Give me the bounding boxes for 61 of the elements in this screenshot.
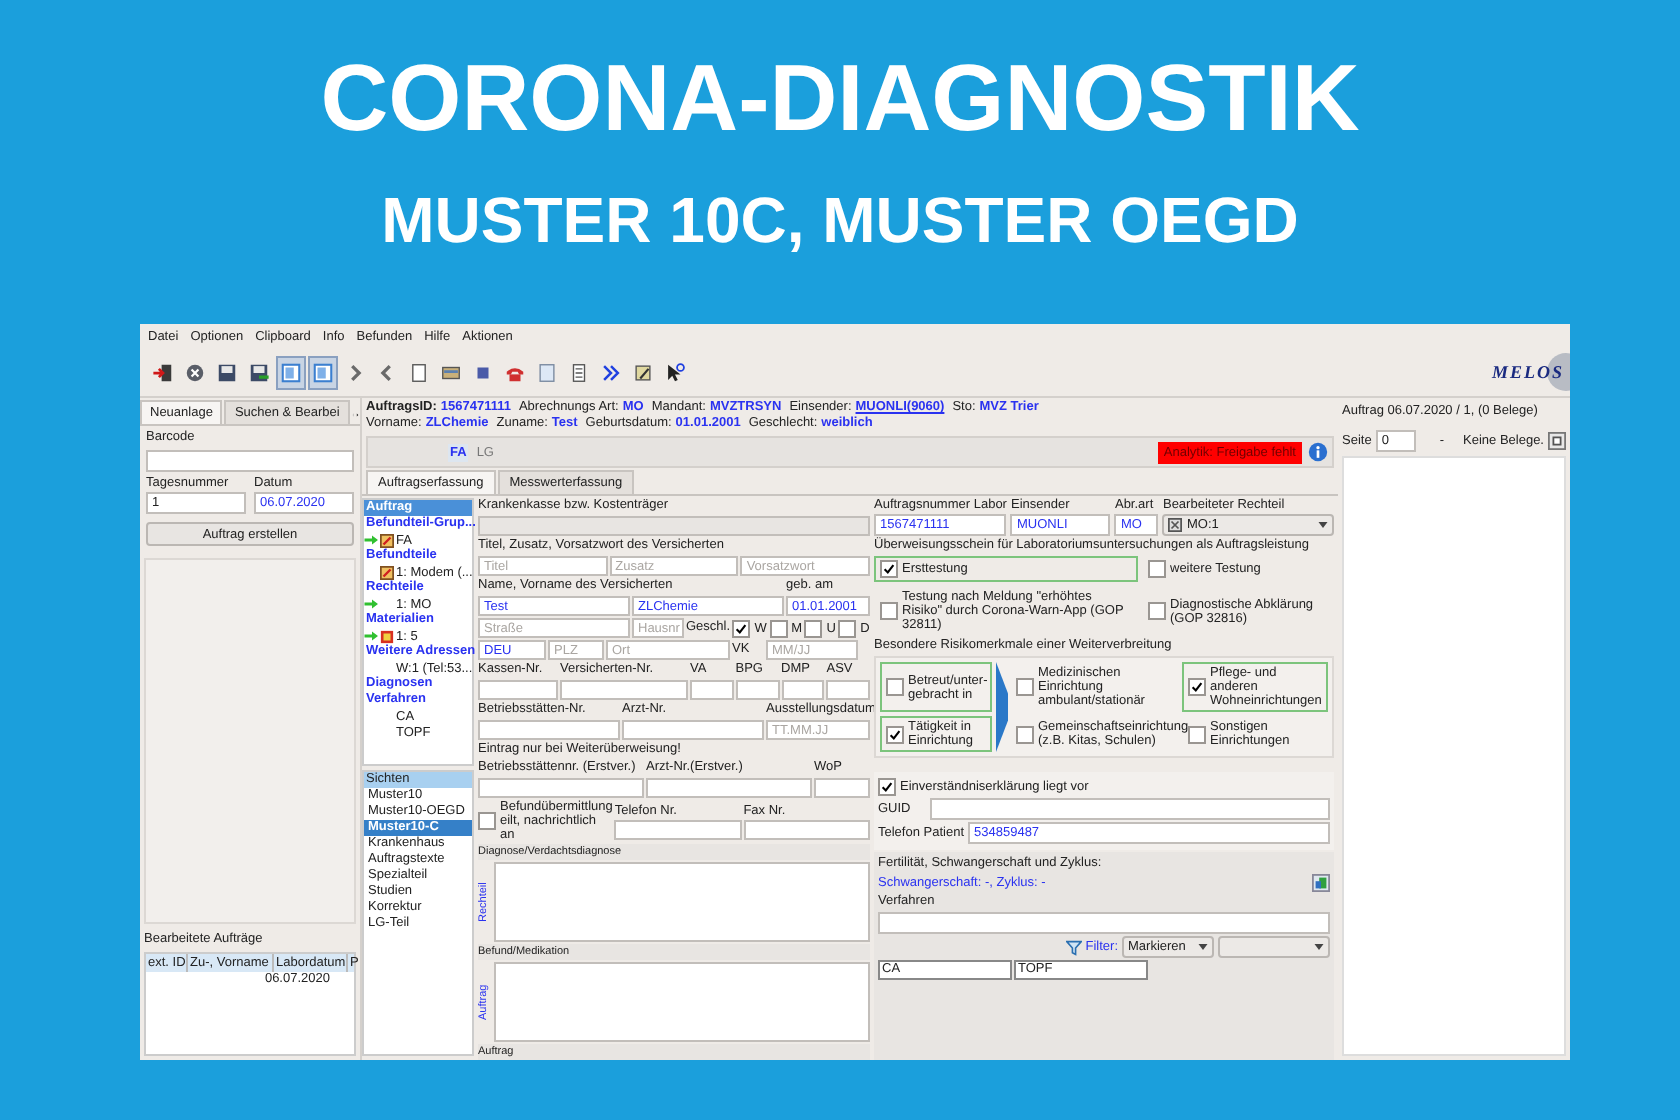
- barcode-field[interactable]: [146, 450, 354, 472]
- input-field[interactable]: [478, 778, 644, 798]
- banner-title: CORONA-DIAGNOSTIK: [320, 44, 1360, 152]
- caret-icon: [1198, 944, 1208, 950]
- exit-icon: [152, 361, 174, 383]
- checkbox[interactable]: [1148, 560, 1166, 578]
- double-chevron-icon: [600, 361, 622, 383]
- checkbox[interactable]: [886, 678, 904, 696]
- input-field[interactable]: [814, 778, 870, 798]
- filter-dropdown[interactable]: [1218, 936, 1330, 958]
- guid-field[interactable]: [930, 798, 1330, 820]
- close-icon: [184, 361, 206, 383]
- box-icon: [1168, 518, 1183, 532]
- document-icon: [380, 565, 394, 579]
- input-field[interactable]: [478, 720, 620, 740]
- text-area[interactable]: [494, 962, 870, 1042]
- checkbox[interactable]: [1016, 725, 1034, 743]
- input-field[interactable]: [478, 680, 558, 700]
- logo: MELOS: [1491, 362, 1564, 382]
- procedures-field[interactable]: [878, 912, 1330, 934]
- window-icon: [280, 361, 302, 383]
- card-icon: [440, 361, 462, 383]
- help-icon: [664, 361, 686, 383]
- checkbox[interactable]: [1188, 678, 1206, 696]
- pencil-icon: [632, 361, 654, 383]
- edit-icon[interactable]: [1312, 874, 1330, 892]
- checkbox[interactable]: [838, 619, 857, 637]
- text-area[interactable]: [494, 862, 870, 942]
- checkbox[interactable]: [804, 619, 823, 637]
- checkbox[interactable]: [1188, 725, 1206, 743]
- document-icon: [380, 533, 394, 547]
- caret-icon: [1318, 522, 1328, 528]
- checkbox[interactable]: [1016, 678, 1034, 696]
- checkbox[interactable]: [769, 619, 788, 637]
- list-icon: [568, 361, 590, 383]
- checkbox[interactable]: [1148, 602, 1166, 620]
- banner-subtitle: MUSTER 10C, MUSTER OEGD: [381, 182, 1299, 260]
- copy-icon[interactable]: [1548, 432, 1566, 450]
- info-icon[interactable]: [1308, 442, 1328, 462]
- checkbox[interactable]: [878, 778, 896, 796]
- caret-icon: [1314, 944, 1324, 950]
- input-field[interactable]: [826, 680, 870, 700]
- rack-icon: [380, 629, 394, 643]
- input-field[interactable]: [743, 819, 870, 839]
- checkbox[interactable]: [880, 560, 898, 578]
- window-icon: [312, 361, 334, 383]
- input-field[interactable]: [614, 819, 742, 839]
- checkbox[interactable]: [732, 619, 751, 637]
- input-field[interactable]: [560, 680, 688, 700]
- input-field[interactable]: [622, 720, 764, 740]
- checkbox[interactable]: [880, 602, 898, 620]
- document-icon: [536, 361, 558, 383]
- input-field[interactable]: [646, 778, 812, 798]
- bracket-icon: [996, 662, 1008, 752]
- input-field[interactable]: [690, 680, 734, 700]
- input-field[interactable]: [735, 680, 779, 700]
- page-icon: [408, 361, 430, 383]
- checkbox[interactable]: [478, 812, 496, 830]
- input-field[interactable]: [781, 680, 825, 700]
- filter-icon[interactable]: [1065, 939, 1082, 955]
- checkbox[interactable]: [886, 725, 904, 743]
